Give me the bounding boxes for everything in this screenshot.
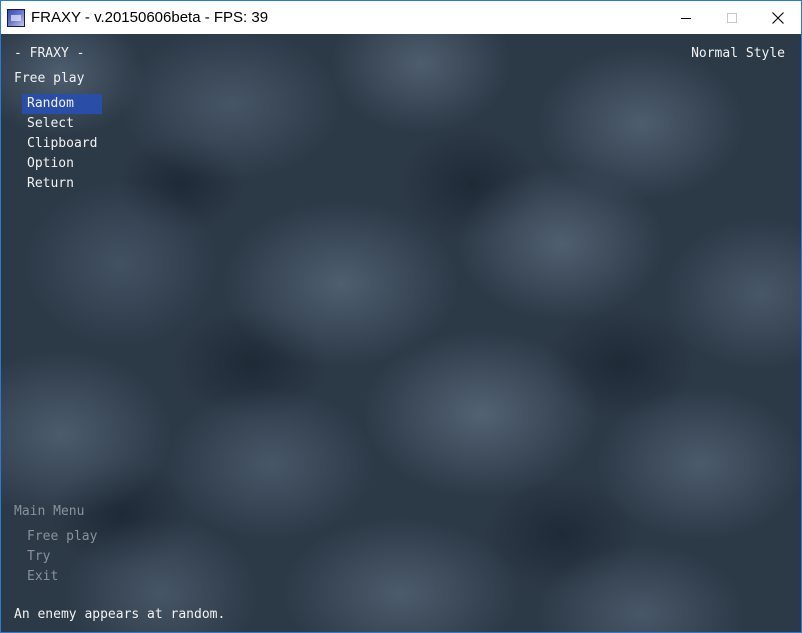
window-controls xyxy=(663,1,801,34)
main-menu-item-exit: Exit xyxy=(27,569,59,584)
minimize-icon xyxy=(681,17,691,19)
game-title: - FRAXY - xyxy=(14,46,85,61)
main-menu-item-try: Try xyxy=(27,549,51,564)
free-play-menu: Random Select Clipboard Option Return xyxy=(22,94,103,194)
menu-item-clipboard[interactable]: Clipboard xyxy=(22,134,102,154)
maximize-button[interactable] xyxy=(709,1,755,34)
minimize-button[interactable] xyxy=(663,1,709,34)
app-window: FRAXY - v.20150606beta - FPS: 39 - FRAXY… xyxy=(0,0,802,633)
title-bar[interactable]: FRAXY - v.20150606beta - FPS: 39 xyxy=(1,1,801,34)
close-icon xyxy=(772,11,784,24)
maximize-icon xyxy=(727,12,737,23)
main-menu-item-free-play: Free play xyxy=(27,529,98,544)
game-canvas[interactable]: - FRAXY - Normal Style Free play Random … xyxy=(1,34,801,632)
style-label: Normal Style xyxy=(691,46,785,61)
menu-item-return[interactable]: Return xyxy=(22,174,102,194)
menu-item-random[interactable]: Random xyxy=(22,94,103,114)
fraxy-app-icon[interactable] xyxy=(7,8,25,27)
main-menu: Free play Try Exit xyxy=(22,527,102,587)
window-title: FRAXY - v.20150606beta - FPS: 39 xyxy=(31,9,269,26)
menu-item-option[interactable]: Option xyxy=(22,154,102,174)
status-description: An enemy appears at random. xyxy=(14,607,226,622)
close-button[interactable] xyxy=(755,1,801,34)
main-menu-title: Main Menu xyxy=(14,504,85,519)
submenu-title: Free play xyxy=(14,71,85,86)
menu-item-select[interactable]: Select xyxy=(22,114,102,134)
